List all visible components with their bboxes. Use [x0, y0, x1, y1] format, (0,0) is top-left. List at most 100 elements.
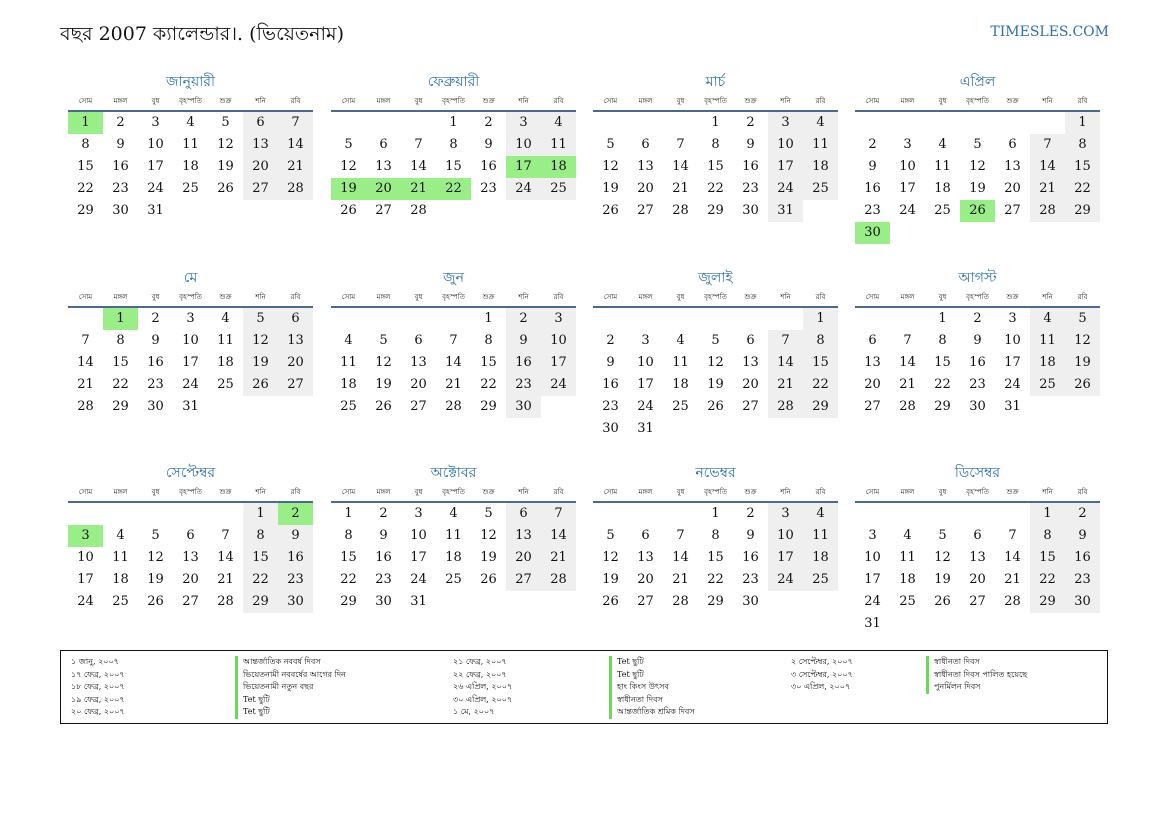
day-cell[interactable]: 18	[173, 156, 208, 178]
day-cell[interactable]: 8	[436, 134, 471, 156]
day-cell[interactable]: 8	[471, 330, 506, 352]
day-cell[interactable]: 25	[663, 396, 698, 418]
day-cell[interactable]: 5	[593, 525, 628, 547]
day-cell[interactable]: 24	[541, 374, 576, 396]
day-cell[interactable]: 26	[138, 591, 173, 613]
day-cell[interactable]: 10	[173, 330, 208, 352]
day-cell[interactable]: 14	[663, 547, 698, 569]
day-cell[interactable]: 16	[733, 156, 768, 178]
day-cell[interactable]: 14	[436, 352, 471, 374]
day-cell[interactable]: 1	[68, 112, 103, 134]
day-cell[interactable]: 27	[960, 591, 995, 613]
day-cell[interactable]: 17	[628, 374, 663, 396]
day-cell[interactable]: 20	[960, 569, 995, 591]
day-cell[interactable]: 9	[593, 352, 628, 374]
day-cell[interactable]: 3	[173, 308, 208, 330]
day-cell[interactable]: 10	[628, 352, 663, 374]
day-cell[interactable]: 30	[855, 222, 890, 244]
day-cell[interactable]: 7	[278, 112, 313, 134]
day-cell[interactable]: 6	[401, 330, 436, 352]
day-cell[interactable]: 9	[960, 330, 995, 352]
day-cell[interactable]: 9	[855, 156, 890, 178]
day-cell[interactable]: 3	[541, 308, 576, 330]
day-cell[interactable]: 16	[960, 352, 995, 374]
day-cell[interactable]: 6	[628, 525, 663, 547]
day-cell[interactable]: 27	[173, 591, 208, 613]
day-cell[interactable]: 16	[471, 156, 506, 178]
day-cell[interactable]: 18	[803, 156, 838, 178]
day-cell[interactable]: 6	[733, 330, 768, 352]
day-cell[interactable]: 22	[698, 569, 733, 591]
day-cell[interactable]: 28	[995, 591, 1030, 613]
day-cell[interactable]: 30	[278, 591, 313, 613]
site-link[interactable]: TIMESLES.COM	[990, 24, 1109, 40]
day-cell[interactable]: 25	[208, 374, 243, 396]
day-cell[interactable]: 21	[436, 374, 471, 396]
day-cell[interactable]: 18	[103, 569, 138, 591]
day-cell[interactable]: 11	[436, 525, 471, 547]
day-cell[interactable]: 22	[1030, 569, 1065, 591]
day-cell[interactable]: 24	[68, 591, 103, 613]
day-cell[interactable]: 13	[366, 156, 401, 178]
day-cell[interactable]: 12	[593, 156, 628, 178]
day-cell[interactable]: 24	[995, 374, 1030, 396]
day-cell[interactable]: 22	[68, 178, 103, 200]
day-cell[interactable]: 18	[890, 569, 925, 591]
day-cell[interactable]: 23	[1065, 569, 1100, 591]
day-cell[interactable]: 11	[1030, 330, 1065, 352]
day-cell[interactable]: 21	[401, 178, 436, 200]
day-cell[interactable]: 11	[803, 525, 838, 547]
day-cell[interactable]: 3	[890, 134, 925, 156]
day-cell[interactable]: 9	[278, 525, 313, 547]
day-cell[interactable]: 19	[366, 374, 401, 396]
day-cell[interactable]: 18	[803, 547, 838, 569]
day-cell[interactable]: 9	[366, 525, 401, 547]
day-cell[interactable]: 14	[401, 156, 436, 178]
day-cell[interactable]: 25	[173, 178, 208, 200]
day-cell[interactable]: 7	[663, 134, 698, 156]
day-cell[interactable]: 3	[855, 525, 890, 547]
day-cell[interactable]: 29	[698, 200, 733, 222]
day-cell[interactable]: 10	[890, 156, 925, 178]
day-cell[interactable]: 6	[628, 134, 663, 156]
day-cell[interactable]: 13	[960, 547, 995, 569]
day-cell[interactable]: 16	[366, 547, 401, 569]
day-cell[interactable]: 19	[138, 569, 173, 591]
day-cell[interactable]: 29	[698, 591, 733, 613]
day-cell[interactable]: 10	[541, 330, 576, 352]
day-cell[interactable]: 22	[436, 178, 471, 200]
day-cell[interactable]: 31	[768, 200, 803, 222]
day-cell[interactable]: 16	[855, 178, 890, 200]
day-cell[interactable]: 2	[733, 503, 768, 525]
day-cell[interactable]: 24	[138, 178, 173, 200]
day-cell[interactable]: 13	[506, 525, 541, 547]
day-cell[interactable]: 13	[995, 156, 1030, 178]
day-cell[interactable]: 30	[593, 418, 628, 440]
day-cell[interactable]: 17	[401, 547, 436, 569]
day-cell[interactable]: 25	[436, 569, 471, 591]
day-cell[interactable]: 19	[1065, 352, 1100, 374]
day-cell[interactable]: 1	[243, 503, 278, 525]
day-cell[interactable]: 6	[960, 525, 995, 547]
day-cell[interactable]: 6	[855, 330, 890, 352]
day-cell[interactable]: 17	[768, 547, 803, 569]
day-cell[interactable]: 27	[506, 569, 541, 591]
day-cell[interactable]: 16	[138, 352, 173, 374]
day-cell[interactable]: 29	[803, 396, 838, 418]
day-cell[interactable]: 11	[663, 352, 698, 374]
day-cell[interactable]: 21	[768, 374, 803, 396]
day-cell[interactable]: 5	[698, 330, 733, 352]
day-cell[interactable]: 2	[960, 308, 995, 330]
day-cell[interactable]: 26	[331, 200, 366, 222]
day-cell[interactable]: 18	[541, 156, 576, 178]
day-cell[interactable]: 28	[663, 200, 698, 222]
day-cell[interactable]: 11	[925, 156, 960, 178]
day-cell[interactable]: 31	[995, 396, 1030, 418]
day-cell[interactable]: 25	[1030, 374, 1065, 396]
day-cell[interactable]: 1	[436, 112, 471, 134]
day-cell[interactable]: 26	[471, 569, 506, 591]
day-cell[interactable]: 10	[401, 525, 436, 547]
day-cell[interactable]: 8	[68, 134, 103, 156]
day-cell[interactable]: 11	[803, 134, 838, 156]
day-cell[interactable]: 12	[1065, 330, 1100, 352]
